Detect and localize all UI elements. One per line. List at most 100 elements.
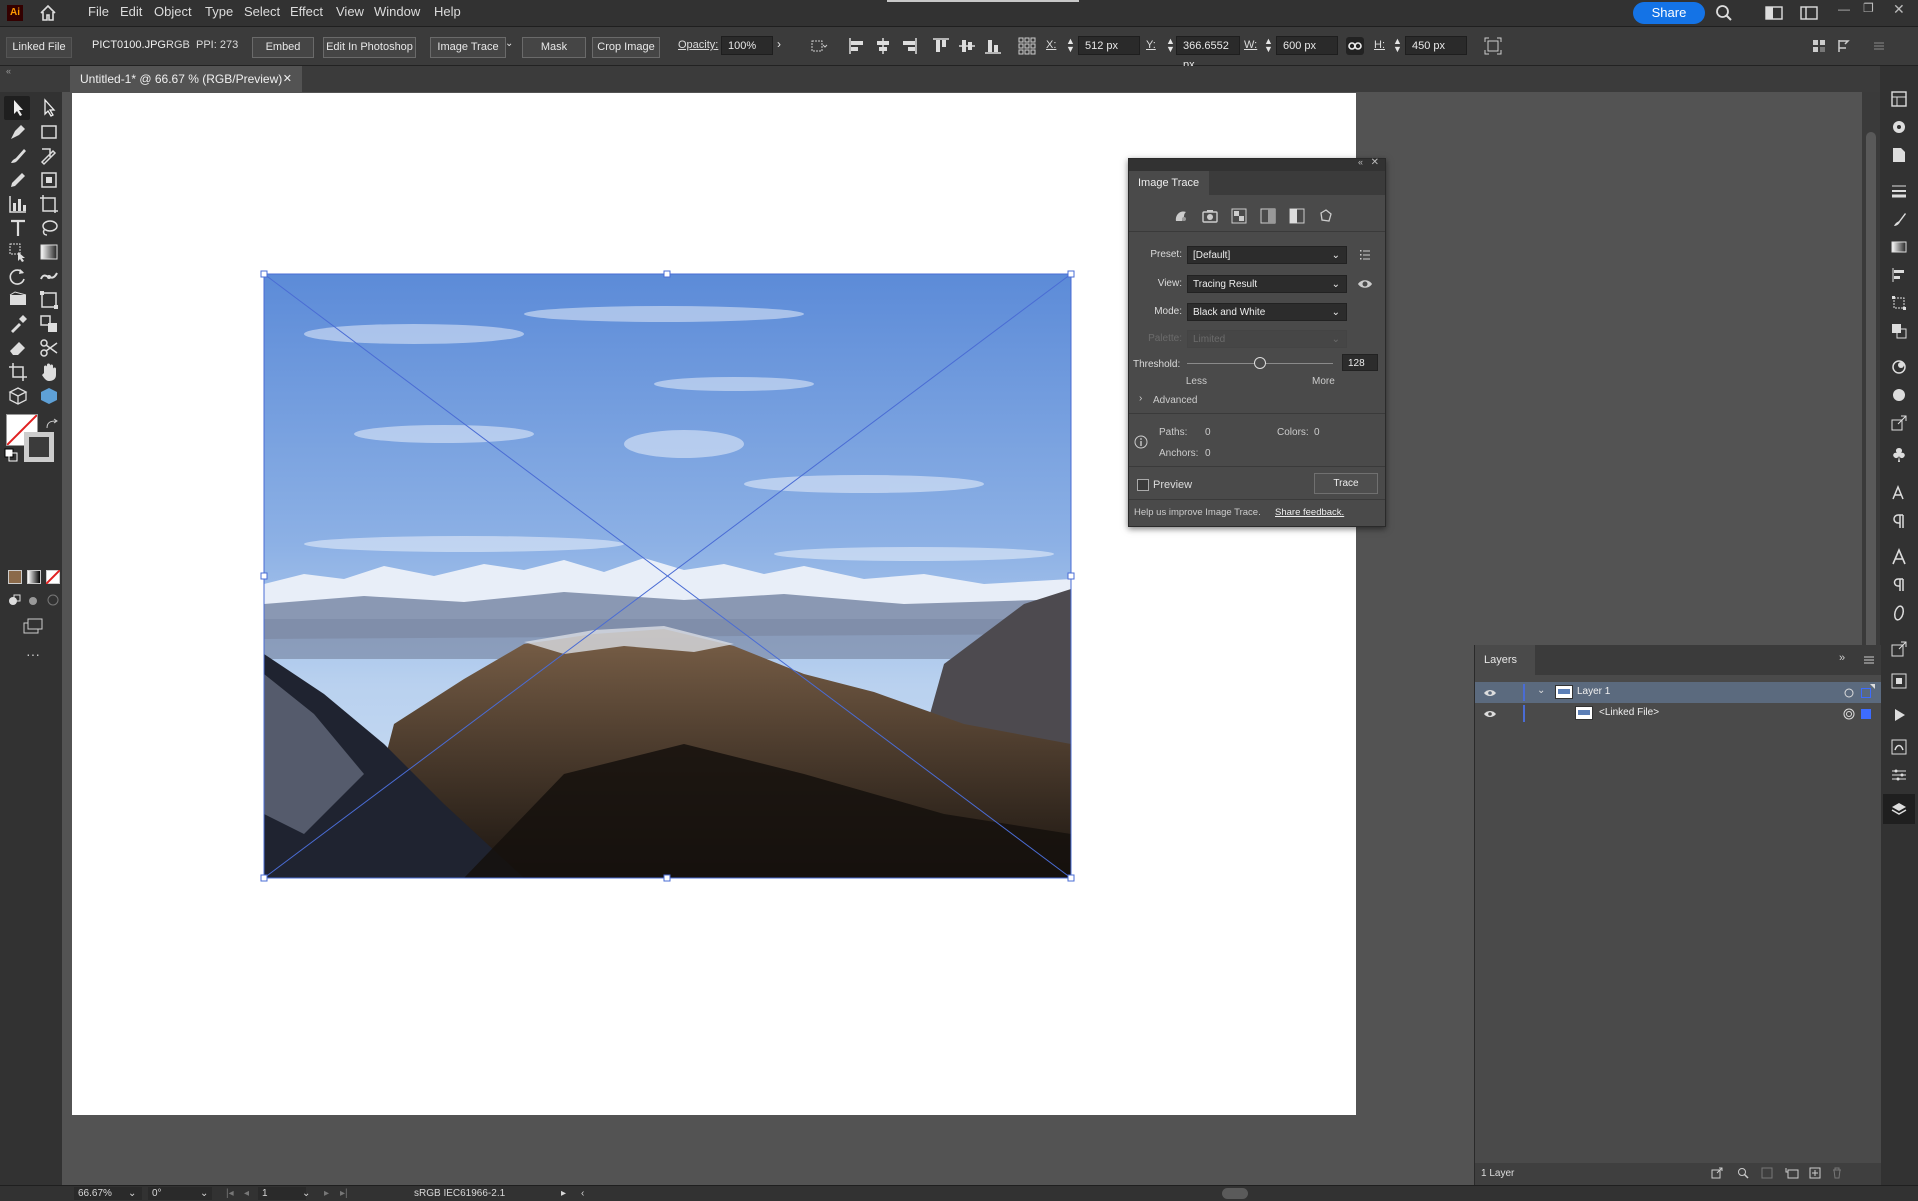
draw-inside-icon[interactable] [46, 593, 60, 607]
reference-point-icon[interactable] [1018, 37, 1036, 55]
gradient-panel-icon[interactable] [1890, 238, 1908, 256]
asset-export-panel-icon[interactable] [1890, 414, 1908, 432]
transform-panel-icon[interactable] [1484, 37, 1502, 55]
color-mode-icon[interactable] [8, 570, 22, 584]
artboard-crop-tool-icon[interactable] [7, 361, 29, 383]
transform-panel-dock-icon[interactable] [1890, 294, 1908, 312]
image-trace-panel-titlebar[interactable]: « ✕ [1129, 157, 1385, 171]
linked-filename[interactable]: PICT0100.JPG [92, 39, 166, 51]
swap-fill-stroke-icon[interactable] [45, 418, 59, 432]
embed-button[interactable]: Embed [252, 37, 314, 58]
menu-select[interactable]: Select [244, 4, 280, 19]
artboard-dropdown-icon[interactable]: ⌄ [302, 1186, 310, 1201]
3d-tool-icon[interactable] [7, 385, 29, 407]
black-and-white-icon[interactable] [1289, 208, 1305, 224]
artboard-number-field[interactable]: 1 [258, 1187, 306, 1200]
control-bar-menu-icon[interactable] [1872, 37, 1886, 55]
variables-panel-icon[interactable] [1890, 766, 1908, 784]
mode-select[interactable]: Black and White ⌄ [1187, 303, 1347, 321]
draw-normal-icon[interactable] [7, 593, 21, 607]
pencil-tool-icon[interactable] [7, 169, 29, 191]
arrange-docs-icon[interactable] [1765, 6, 1783, 20]
brushes-panel-icon[interactable] [1890, 210, 1908, 228]
screen-mode-icon[interactable] [22, 617, 44, 635]
crop-image-button[interactable]: Crop Image [592, 37, 660, 58]
close-panel-icon[interactable]: ✕ [1371, 157, 1379, 168]
close-window-icon[interactable]: ✕ [1893, 1, 1905, 18]
layers-panel-icon[interactable] [1890, 800, 1908, 818]
mask-button[interactable]: Mask [522, 37, 586, 58]
eye-icon[interactable] [1357, 277, 1373, 291]
eraser-tool-icon[interactable] [7, 337, 29, 359]
align-panel-icon[interactable] [1890, 266, 1908, 284]
collapse-panel-icon[interactable]: » [1839, 652, 1845, 664]
minimize-icon[interactable]: — [1838, 2, 1850, 16]
home-icon[interactable] [38, 3, 58, 23]
expand-layer-chevron-icon[interactable]: ⌄ [1537, 685, 1545, 696]
threshold-value-field[interactable]: 128 [1342, 354, 1378, 371]
align-horizontal-center-icon[interactable] [874, 37, 892, 55]
menu-object[interactable]: Object [154, 4, 192, 19]
gradient-tool-icon[interactable] [38, 241, 60, 263]
type-tool-icon[interactable] [7, 217, 29, 239]
puppet-warp-tool-icon[interactable] [7, 289, 29, 311]
constrain-proportions-link-icon[interactable] [1346, 37, 1364, 55]
document-tab[interactable]: Untitled-1* @ 66.67 % (RGB/Preview) ✕ [70, 66, 302, 92]
image-trace-panel-icon[interactable] [1890, 738, 1908, 756]
paragraph-styles-panel-icon[interactable] [1890, 512, 1908, 530]
export-selection-icon[interactable] [1711, 1167, 1723, 1179]
align-bottom-icon[interactable] [984, 37, 1002, 55]
menu-view[interactable]: View [336, 4, 364, 19]
rectangle-tool-icon[interactable] [38, 121, 60, 143]
document-panel-icon[interactable] [1890, 146, 1908, 164]
shaper-tool-icon[interactable] [38, 145, 60, 167]
column-graph-tool-icon[interactable] [7, 193, 29, 215]
x-position-field[interactable]: 512 px [1078, 36, 1140, 55]
grayscale-icon[interactable] [1260, 208, 1276, 224]
chevron-right-icon[interactable]: › [777, 37, 781, 51]
hand-tool-icon[interactable] [38, 361, 60, 383]
color-profile[interactable]: sRGB IEC61966-2.1 [414, 1186, 505, 1201]
pen-tool-icon[interactable] [7, 121, 29, 143]
perspective-grid-tool-icon[interactable] [38, 289, 60, 311]
menu-window[interactable]: Window [374, 4, 420, 19]
hscroll-left-icon[interactable]: ‹ [581, 1186, 584, 1201]
high-color-icon[interactable] [1202, 208, 1218, 224]
y-position-field[interactable]: 366.6552 px [1176, 36, 1240, 71]
appearance-panel-icon[interactable] [1890, 358, 1908, 376]
opentype-panel-icon[interactable] [1890, 604, 1908, 622]
align-left-icon[interactable] [848, 37, 866, 55]
threshold-slider-handle[interactable] [1254, 357, 1266, 369]
selection-indicator[interactable] [1861, 709, 1871, 719]
y-stepper-icon[interactable]: ▲ ▼ [1166, 37, 1175, 54]
horizontal-scrollbar-thumb[interactable] [1222, 1188, 1248, 1199]
make-clipping-mask-icon[interactable] [1761, 1167, 1773, 1179]
panel-menu-icon[interactable] [1863, 655, 1875, 665]
visibility-eye-icon[interactable] [1483, 688, 1497, 698]
first-artboard-icon[interactable]: |◂ [226, 1186, 234, 1201]
stroke-swatch[interactable] [24, 432, 54, 462]
edit-in-photoshop-button[interactable]: Edit In Photoshop [323, 37, 416, 58]
properties-panel-icon[interactable] [1890, 90, 1908, 108]
target-icon[interactable] [1844, 688, 1854, 698]
menu-type[interactable]: Type [205, 4, 233, 19]
create-new-layer-icon[interactable] [1809, 1167, 1821, 1179]
auto-color-icon[interactable] [1173, 208, 1189, 224]
isolate-icon[interactable] [1810, 37, 1828, 55]
lasso-tool-icon[interactable] [38, 217, 60, 239]
preview-checkbox[interactable] [1137, 479, 1149, 491]
selection-indicator[interactable] [1861, 688, 1871, 698]
align-right-icon[interactable] [900, 37, 918, 55]
layer-row-layer-1[interactable]: ⌄ Layer 1 [1475, 682, 1881, 703]
preset-select[interactable]: [Default] ⌄ [1187, 246, 1347, 264]
character-styles-panel-icon[interactable] [1890, 484, 1908, 502]
w-stepper-icon[interactable]: ▲ ▼ [1264, 37, 1273, 54]
eyedropper-tool-icon[interactable] [7, 313, 29, 335]
linked-file-name[interactable]: <Linked File> [1599, 707, 1659, 718]
maximize-icon[interactable]: ❐ [1863, 1, 1874, 15]
locate-object-icon[interactable] [1737, 1167, 1749, 1179]
actions-panel-icon[interactable] [1890, 706, 1908, 724]
image-trace-dropdown-icon[interactable]: ⌄ [505, 38, 513, 49]
collapse-toolbar-icon[interactable]: « [6, 66, 11, 76]
rotation-dropdown-icon[interactable]: ⌄ [200, 1186, 208, 1201]
